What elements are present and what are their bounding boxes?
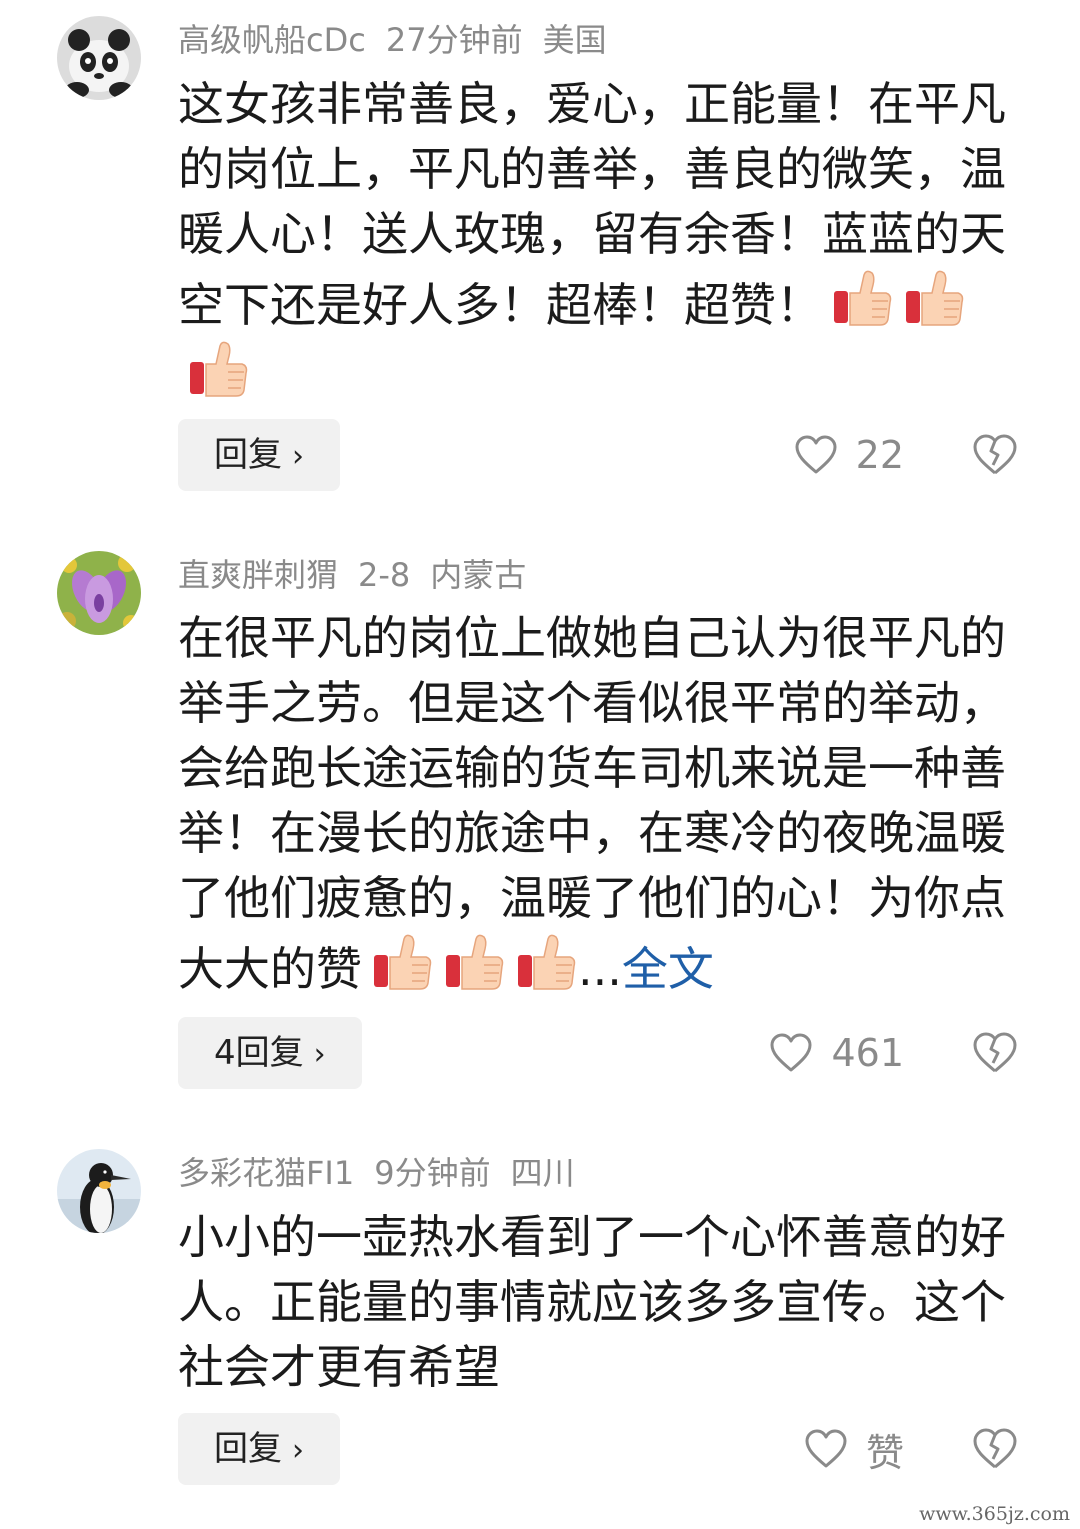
username[interactable]: 高级帆船cDc	[178, 21, 366, 59]
dislike-button[interactable]	[972, 1413, 1018, 1485]
dislike-button[interactable]	[972, 419, 1018, 491]
location: 美国	[542, 21, 607, 59]
thumbs-up-icon	[186, 338, 250, 402]
comment-meta: 直爽胖刺猬 2-8 内蒙古	[178, 555, 546, 595]
ellipsis: ...	[578, 942, 622, 996]
thumbs-up-icon	[442, 931, 506, 995]
penguin-avatar-icon	[57, 1149, 141, 1233]
thumbs-up-icon	[830, 267, 894, 331]
dislike-button[interactable]	[972, 1017, 1018, 1089]
comment-text-block[interactable]: 在很平凡的岗位上做她自己认为很平凡的举手之劳。但是这个看似很平常的举动，会给跑长…	[178, 606, 1008, 1002]
panda-avatar-icon	[57, 16, 141, 100]
location: 四川	[510, 1154, 575, 1192]
purple-flower-avatar-icon	[57, 551, 141, 635]
like-button[interactable]: 赞	[804, 1413, 904, 1485]
watermark: www.365jz.com	[919, 1503, 1070, 1525]
like-count: 461	[831, 1031, 904, 1075]
heart-icon	[770, 1033, 812, 1072]
timestamp: 9分钟前	[374, 1154, 491, 1192]
reply-label: 4回复	[214, 1033, 304, 1073]
comment-text-block[interactable]: 小小的一壶热水看到了一个心怀善意的好人。正能量的事情就应该多多宣传。这个社会才更…	[178, 1205, 1008, 1400]
timestamp: 27分钟前	[385, 21, 523, 59]
location: 内蒙古	[430, 556, 527, 594]
reply-label: 回复	[214, 1429, 282, 1469]
comment-meta: 多彩花猫FI1 9分钟前 四川	[178, 1153, 595, 1193]
username[interactable]: 多彩花猫FI1	[178, 1154, 354, 1192]
comment-meta: 高级帆船cDc 27分钟前 美国	[178, 20, 627, 60]
username[interactable]: 直爽胖刺猬	[178, 556, 338, 594]
like-count: 22	[855, 433, 904, 477]
heart-icon	[795, 435, 837, 474]
thumbs-up-icon	[514, 931, 578, 995]
chevron-right-icon: ›	[313, 1037, 326, 1072]
comment-text: 小小的一壶热水看到了一个心怀善意的好人。正能量的事情就应该多多宣传。这个社会才更…	[178, 1210, 1006, 1394]
comment-text-block[interactable]: 这女孩非常善良，爱心，正能量！在平凡的岗位上，平凡的善举，善良的微笑，温暖人心！…	[178, 72, 1008, 409]
comment-text: 在很平凡的岗位上做她自己认为很平凡的举手之劳。但是这个看似很平常的举动，会给跑长…	[178, 611, 1006, 996]
avatar[interactable]	[57, 551, 141, 635]
reply-label: 回复	[214, 435, 282, 475]
reply-button[interactable]: 回复 ›	[178, 419, 340, 491]
chevron-right-icon: ›	[292, 1433, 304, 1468]
heart-icon	[805, 1429, 847, 1468]
timestamp: 2-8	[358, 556, 411, 594]
avatar[interactable]	[57, 16, 141, 100]
like-button[interactable]: 461	[769, 1017, 904, 1089]
broken-heart-icon	[973, 1032, 1017, 1073]
chevron-right-icon: ›	[292, 439, 304, 474]
thumbs-up-icon	[370, 931, 434, 995]
like-label: 赞	[865, 1430, 904, 1475]
broken-heart-icon	[973, 1428, 1017, 1469]
reply-button[interactable]: 回复 ›	[178, 1413, 340, 1485]
like-button[interactable]: 22	[794, 419, 904, 491]
thumbs-up-icon	[902, 267, 966, 331]
broken-heart-icon	[973, 434, 1017, 475]
avatar[interactable]	[57, 1149, 141, 1233]
reply-button[interactable]: 4回复 ›	[178, 1017, 362, 1089]
full-text-link[interactable]: 全文	[622, 942, 714, 996]
